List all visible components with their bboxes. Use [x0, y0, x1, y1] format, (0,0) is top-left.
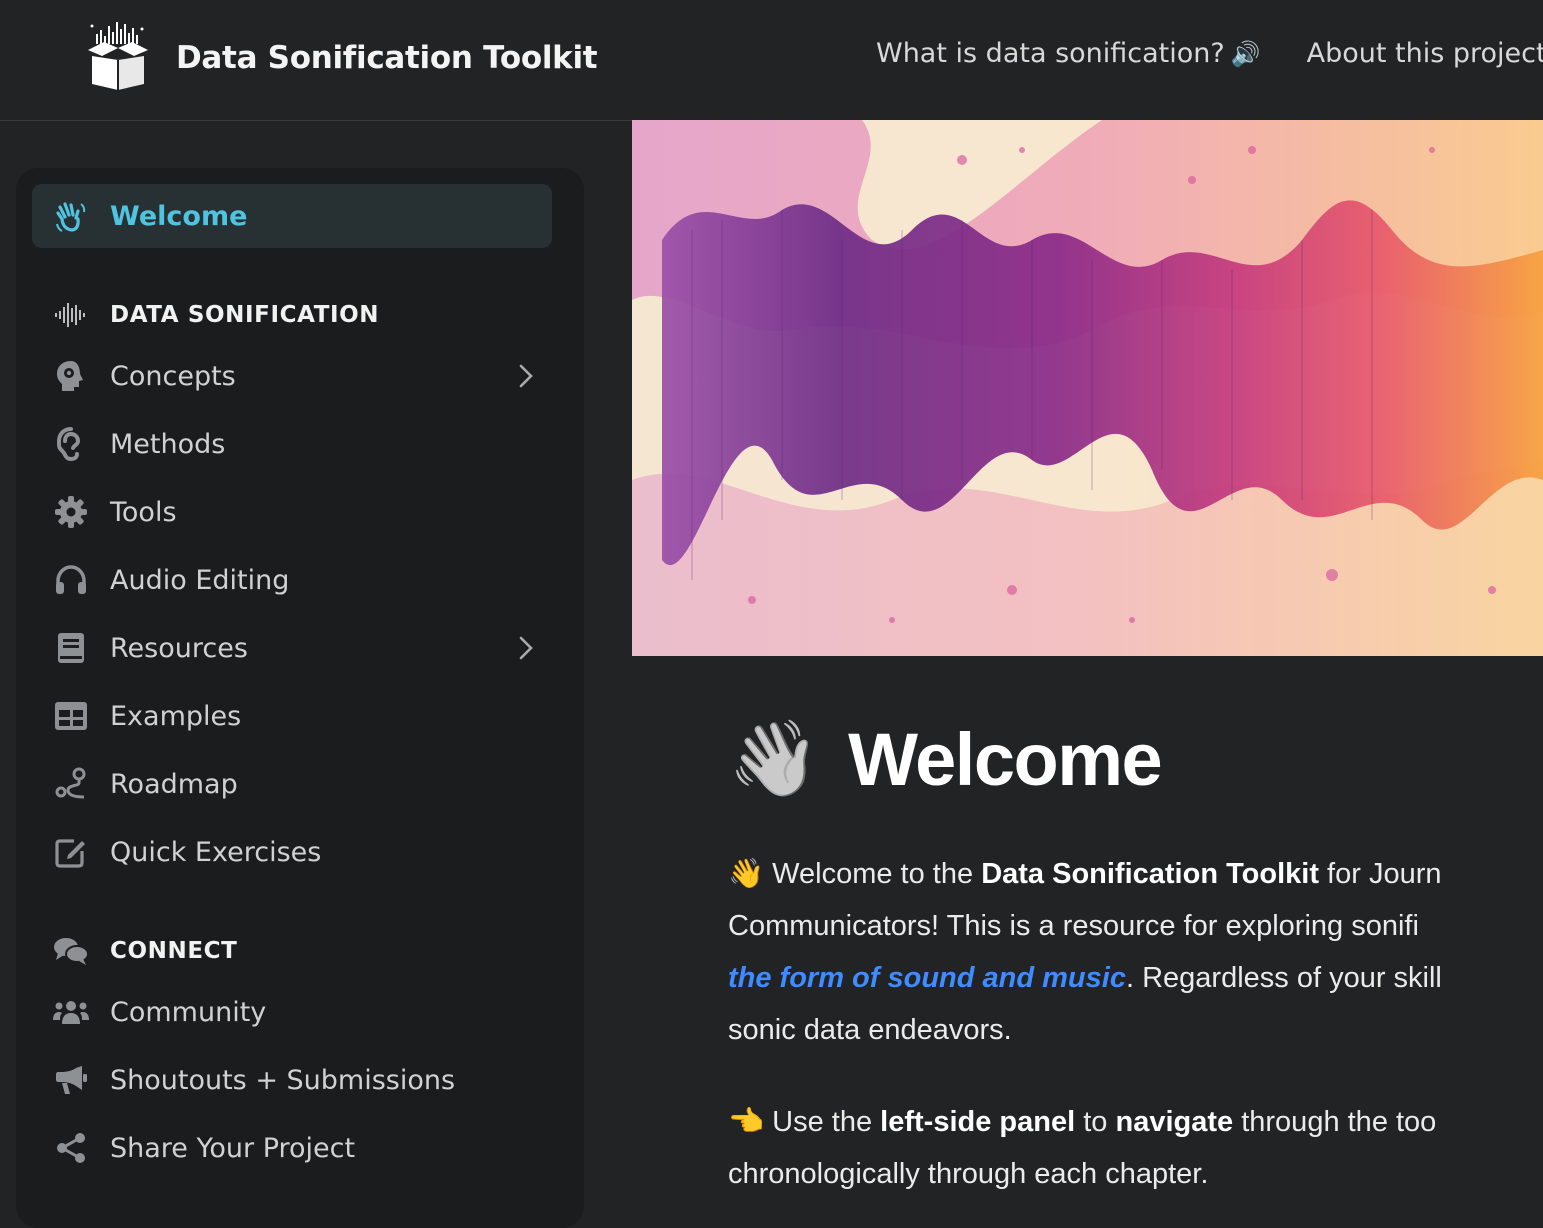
sidebar-item-label: Quick Exercises: [110, 836, 322, 868]
megaphone-icon: [52, 1061, 90, 1099]
sidebar: Welcome DATA SONIFICATION Concepts Metho…: [16, 168, 584, 1228]
headphones-icon: [52, 561, 90, 599]
nav-text: to: [1075, 1106, 1116, 1138]
intro-text: Welcome to the: [772, 858, 982, 890]
page-heading: Welcome: [848, 718, 1163, 801]
page-title: 👋 Welcome: [728, 716, 1163, 803]
sound-music-link[interactable]: the form of sound and music: [728, 962, 1126, 994]
nav-text: chronologically through each chapter.: [728, 1158, 1209, 1190]
waveform-icon: [52, 296, 90, 334]
nav-what-is-sonification-label: What is data sonification?: [876, 38, 1225, 69]
sidebar-item-label: Welcome: [110, 200, 248, 232]
sidebar-item-methods[interactable]: Methods: [32, 412, 552, 476]
sidebar-item-welcome[interactable]: Welcome: [32, 184, 552, 248]
section-data-sonification: DATA SONIFICATION: [32, 290, 552, 340]
section-title: DATA SONIFICATION: [110, 302, 380, 328]
navigation-paragraph: 👈 Use the left-side panel to navigate th…: [728, 1096, 1543, 1200]
share-icon: [52, 1129, 90, 1167]
toolkit-logo-icon[interactable]: [84, 20, 152, 92]
sidebar-item-share-project[interactable]: Share Your Project: [32, 1116, 552, 1180]
sidebar-item-label: Examples: [110, 700, 242, 732]
section-title: CONNECT: [110, 938, 238, 964]
intro-text: sonic data endeavors.: [728, 1014, 1012, 1046]
intro-paragraph: 👋 Welcome to the Data Sonification Toolk…: [728, 848, 1543, 1056]
waving-hand-icon: [52, 197, 90, 235]
sidebar-item-label: Audio Editing: [110, 564, 290, 596]
sidebar-item-label: Concepts: [110, 360, 236, 392]
sidebar-item-tools[interactable]: Tools: [32, 480, 552, 544]
top-navigation: What is data sonification? 🔊 About this pr…: [876, 38, 1543, 69]
sidebar-item-roadmap[interactable]: Roadmap: [32, 752, 552, 816]
pointing-hand-emoji: 👈: [728, 1106, 765, 1138]
top-bar: Data Sonification Toolkit What is data s…: [0, 0, 1543, 121]
sidebar-item-label: Share Your Project: [110, 1132, 356, 1164]
sidebar-item-audio-editing[interactable]: Audio Editing: [32, 548, 552, 612]
waving-hand-icon: 👋: [728, 716, 821, 802]
users-icon: [52, 993, 90, 1031]
intro-text: for Journ: [1319, 858, 1442, 890]
intro-text: Communicators! This is a resource for ex…: [728, 910, 1419, 942]
gear-icon: [52, 493, 90, 531]
hero-banner-image: [632, 120, 1543, 656]
sidebar-item-label: Methods: [110, 428, 226, 460]
nav-text: Use the: [772, 1106, 881, 1138]
sidebar-item-shoutouts[interactable]: Shoutouts + Submissions: [32, 1048, 552, 1112]
nav-text: through the too: [1233, 1106, 1437, 1138]
sidebar-item-label: Roadmap: [110, 768, 238, 800]
waving-hand-emoji: 👋: [728, 858, 765, 890]
site-title[interactable]: Data Sonification Toolkit: [176, 40, 598, 76]
grid-icon: [52, 697, 90, 735]
chat-bubbles-icon: [52, 932, 90, 970]
sidebar-item-label: Resources: [110, 632, 248, 664]
section-connect: CONNECT: [32, 926, 552, 976]
ear-icon: [52, 425, 90, 463]
chevron-right-icon[interactable]: [516, 634, 536, 666]
intro-bold-toolkit: Data Sonification Toolkit: [981, 858, 1319, 890]
sidebar-item-concepts[interactable]: Concepts: [32, 344, 552, 408]
edit-icon: [52, 833, 90, 871]
sidebar-item-examples[interactable]: Examples: [32, 684, 552, 748]
sidebar-item-label: Tools: [110, 496, 177, 528]
speaker-icon: 🔊: [1230, 40, 1261, 68]
sidebar-item-resources[interactable]: Resources: [32, 616, 552, 680]
route-icon: [52, 765, 90, 803]
nav-about-project[interactable]: About this project: [1307, 38, 1543, 69]
chevron-right-icon[interactable]: [516, 362, 536, 394]
book-icon: [52, 629, 90, 667]
intro-text: . Regardless of your skill: [1125, 962, 1442, 994]
nav-bold-navigate: navigate: [1115, 1106, 1234, 1138]
head-gear-icon: [52, 357, 90, 395]
nav-bold-left-panel: left-side panel: [880, 1106, 1076, 1138]
nav-what-is-sonification[interactable]: What is data sonification? 🔊: [876, 38, 1261, 69]
sidebar-item-label: Community: [110, 996, 267, 1028]
sidebar-item-label: Shoutouts + Submissions: [110, 1064, 456, 1096]
sidebar-item-community[interactable]: Community: [32, 980, 552, 1044]
sidebar-item-quick-exercises[interactable]: Quick Exercises: [32, 820, 552, 884]
